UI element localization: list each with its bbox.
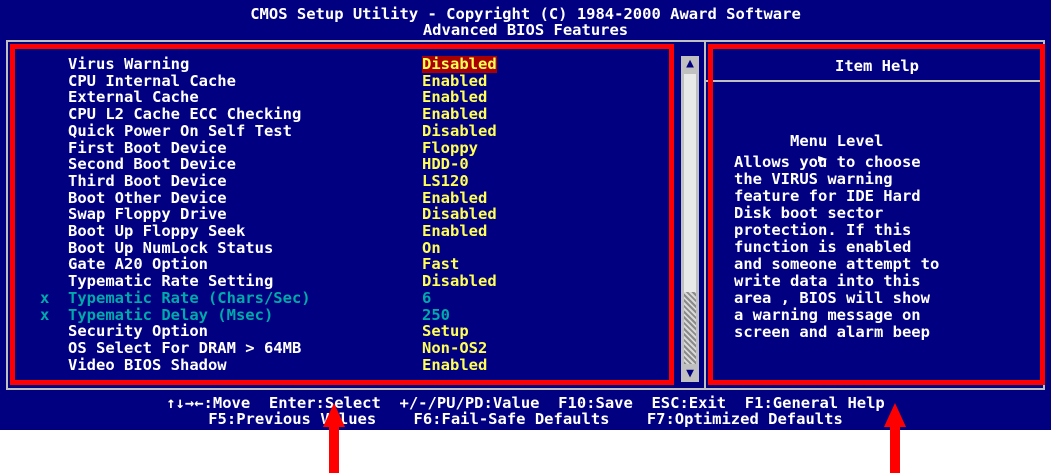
frame-left-line xyxy=(6,40,8,390)
settings-arrow-shaft xyxy=(329,425,339,473)
help-arrow-shaft xyxy=(890,425,900,473)
down-arrow-icon[interactable]: ▼ xyxy=(681,366,699,382)
settings-arrow-head xyxy=(323,403,345,427)
panel-divider xyxy=(704,40,706,390)
frame-bottom-line xyxy=(6,388,1045,390)
scrollbar[interactable]: ▲ ▼ xyxy=(681,56,699,382)
scrollbar-thumb[interactable] xyxy=(684,292,696,364)
utility-title: CMOS Setup Utility - Copyright (C) 1984-… xyxy=(250,5,801,23)
settings-highlight-box xyxy=(10,44,674,385)
scrollbar-track xyxy=(684,74,696,292)
up-arrow-icon[interactable]: ▲ xyxy=(681,56,699,72)
frame-top-line xyxy=(6,40,1045,42)
page-title: Advanced BIOS Features xyxy=(422,21,629,39)
help-highlight-box xyxy=(708,44,1045,385)
help-arrow-head xyxy=(884,403,906,427)
